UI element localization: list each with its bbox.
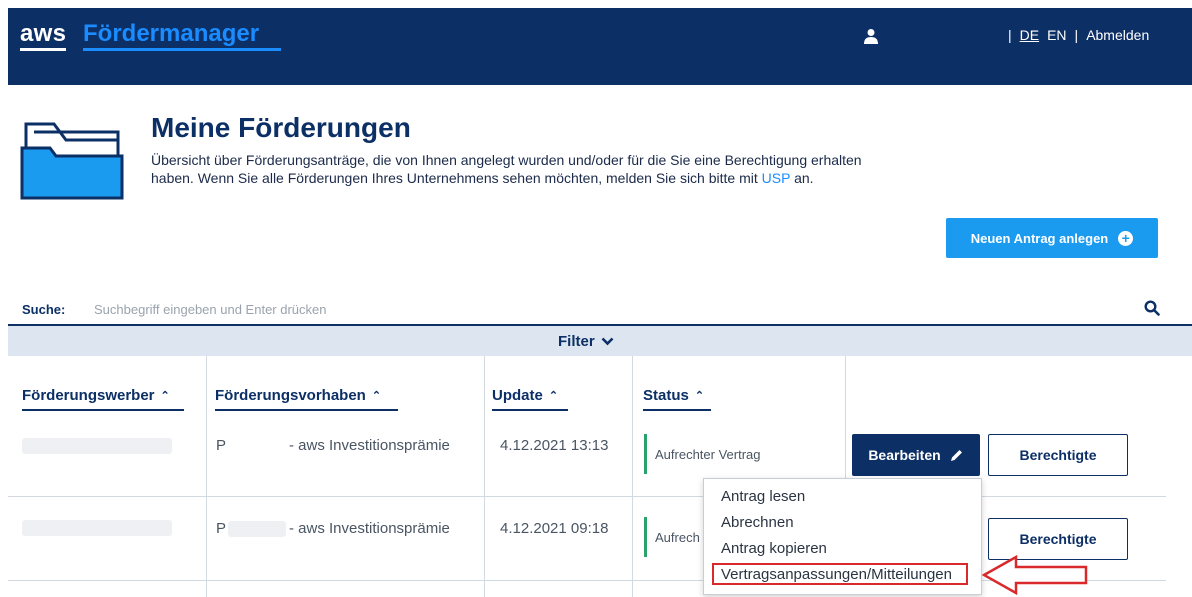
header-underline — [492, 409, 568, 411]
logout-link[interactable]: Abmelden — [1086, 27, 1149, 43]
folder-icon — [20, 122, 124, 200]
update-date: 4.12.2021 13:13 — [500, 437, 609, 454]
pencil-icon — [950, 449, 962, 461]
user-icon[interactable] — [864, 28, 878, 44]
aws-logo[interactable]: aws — [20, 20, 66, 48]
column-header-foerderungswerber[interactable]: Förderungswerber ⌃ — [22, 387, 170, 404]
menu-item-settle[interactable]: Abrechnen — [721, 514, 794, 531]
project-prefix: P — [216, 437, 227, 454]
top-navigation: | DE EN | Abmelden — [1008, 27, 1149, 43]
highlight-box — [712, 563, 968, 585]
permissions-button[interactable]: Berechtigte — [988, 434, 1128, 476]
column-header-label: Förderungswerber — [22, 387, 155, 404]
column-divider — [206, 356, 207, 597]
page-description: Übersicht über Förderungsanträge, die vo… — [151, 151, 871, 187]
column-divider — [484, 356, 485, 597]
search-input[interactable] — [90, 298, 1118, 320]
filter-label: Filter — [558, 333, 595, 350]
column-divider — [845, 356, 846, 486]
column-divider — [632, 356, 633, 597]
column-header-label: Update — [492, 387, 543, 404]
language-de-link[interactable]: DE — [1020, 27, 1039, 43]
header-underline — [22, 409, 184, 411]
menu-item-copy[interactable]: Antrag kopieren — [721, 540, 827, 557]
product-name[interactable]: Fördermanager — [83, 20, 259, 48]
chevron-down-icon — [601, 337, 614, 346]
edit-button-label: Bearbeiten — [868, 447, 941, 463]
column-header-status[interactable]: Status ⌃ — [643, 387, 704, 404]
column-header-update[interactable]: Update ⌃ — [492, 387, 558, 404]
description-text: Übersicht über Förderungsanträge, die vo… — [151, 152, 862, 186]
language-en-link[interactable]: EN — [1047, 27, 1066, 43]
header-underline — [215, 409, 398, 411]
plus-circle-icon: + — [1118, 230, 1134, 246]
product-name-underline — [83, 48, 281, 51]
usp-link[interactable]: USP — [762, 170, 791, 186]
update-date: 4.12.2021 09:18 — [500, 520, 609, 537]
nav-separator: | — [1074, 27, 1079, 43]
redacted-project — [228, 521, 286, 537]
pointer-arrow-icon — [982, 554, 1088, 596]
project-name[interactable]: - aws Investitionsprämie — [289, 437, 450, 454]
redacted-applicant — [22, 438, 172, 454]
sort-caret-icon: ⌃ — [160, 390, 170, 402]
status-badge: Aufrech — [655, 530, 700, 545]
page-title: Meine Förderungen — [151, 112, 411, 143]
project-prefix: P — [216, 520, 227, 537]
nav-separator: | — [1008, 27, 1012, 43]
menu-item-read[interactable]: Antrag lesen — [721, 488, 805, 505]
sort-caret-icon: ⌃ — [371, 390, 382, 402]
new-application-button[interactable]: Neuen Antrag anlegen + — [946, 218, 1158, 258]
edit-button[interactable]: Bearbeiten — [852, 434, 980, 476]
header-underline — [643, 409, 711, 411]
new-application-label: Neuen Antrag anlegen — [970, 230, 1109, 246]
status-badge: Aufrechter Vertrag — [655, 447, 761, 462]
search-label: Suche: — [22, 302, 66, 317]
column-header-label: Status — [643, 387, 689, 404]
filter-toggle[interactable]: Filter — [558, 333, 614, 350]
column-header-foerderungsvorhaben[interactable]: Förderungsvorhaben ⌃ — [215, 387, 381, 404]
status-indicator — [644, 517, 647, 557]
redacted-applicant — [22, 520, 172, 536]
sort-caret-icon: ⌃ — [548, 390, 559, 402]
aws-logo-underline — [20, 48, 66, 51]
project-name[interactable]: - aws Investitionsprämie — [289, 520, 450, 537]
status-indicator — [644, 434, 647, 474]
row-divider — [8, 496, 1166, 497]
column-header-label: Förderungsvorhaben — [215, 387, 366, 404]
sort-caret-icon: ⌃ — [694, 390, 705, 402]
description-text-end: an. — [790, 170, 814, 186]
search-icon[interactable] — [1144, 300, 1160, 316]
